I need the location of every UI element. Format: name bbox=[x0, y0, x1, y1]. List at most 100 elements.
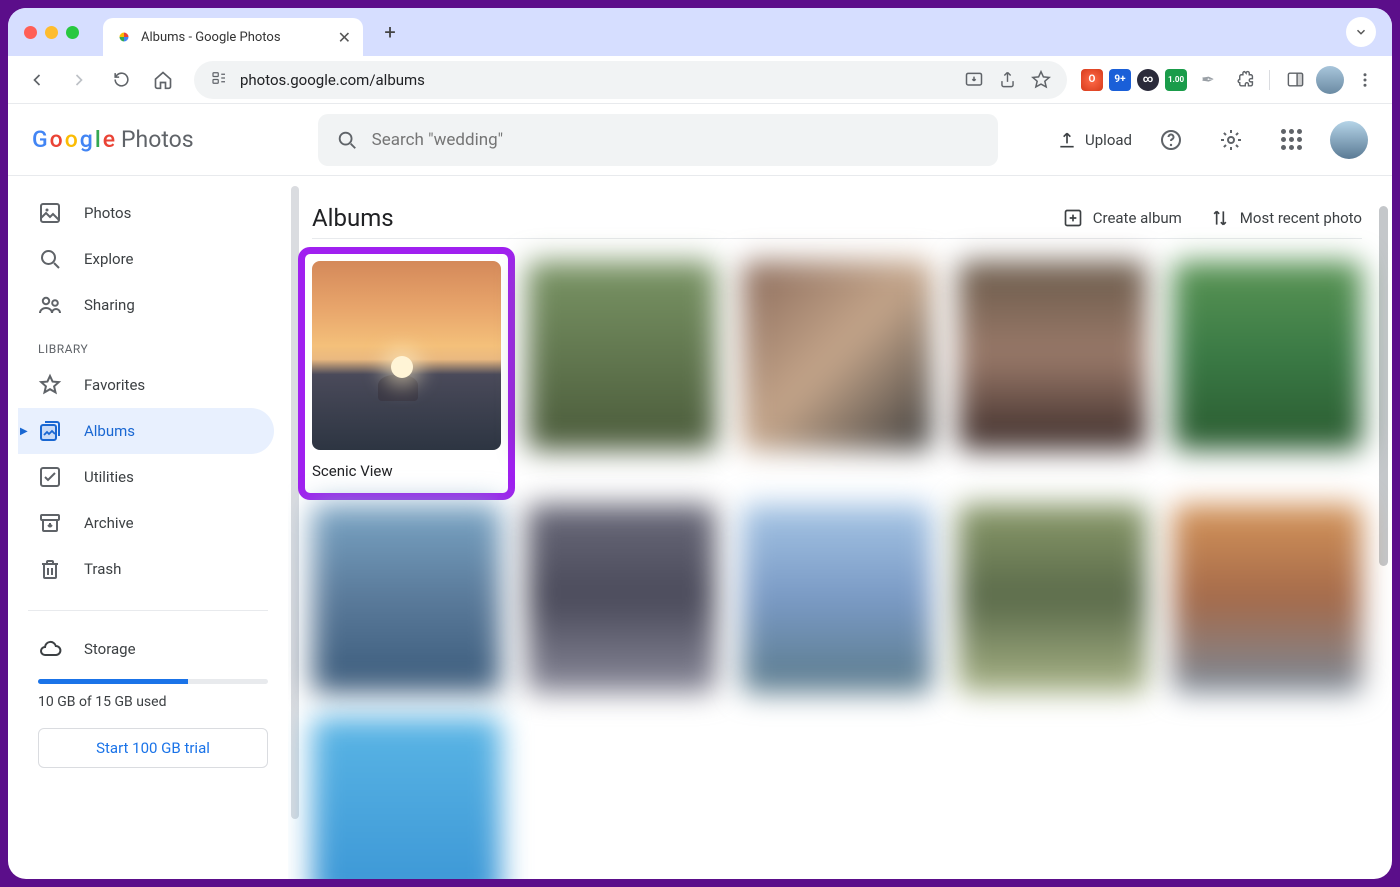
close-tab-icon[interactable]: ✕ bbox=[338, 28, 351, 47]
album-card[interactable] bbox=[958, 504, 1147, 693]
photos-icon bbox=[38, 201, 62, 225]
sidebar-item-albums[interactable]: ▶ Albums bbox=[18, 408, 274, 454]
album-thumbnail bbox=[958, 504, 1147, 693]
storage-label: Storage bbox=[84, 640, 136, 658]
home-button[interactable] bbox=[146, 63, 180, 97]
forward-button[interactable] bbox=[62, 63, 96, 97]
extension-quill-icon[interactable]: ✒ bbox=[1193, 65, 1223, 95]
tab-strip: Albums - Google Photos ✕ + bbox=[8, 8, 1392, 56]
apps-grid-icon bbox=[1281, 129, 1302, 150]
app-header: Google Photos Upload bbox=[8, 104, 1392, 176]
url-text: photos.google.com/albums bbox=[240, 71, 425, 89]
main-header: Albums Create album Most recent photo bbox=[312, 204, 1362, 239]
chrome-menu-icon[interactable] bbox=[1350, 65, 1380, 95]
search-input[interactable] bbox=[372, 130, 980, 150]
back-button[interactable] bbox=[20, 63, 54, 97]
album-thumbnail bbox=[1173, 261, 1362, 450]
expand-indicator-icon: ▶ bbox=[20, 426, 28, 437]
google-photos-logo[interactable]: Google Photos bbox=[32, 126, 194, 153]
main-scrollbar[interactable] bbox=[1379, 206, 1388, 566]
star-icon bbox=[38, 373, 62, 397]
album-thumbnail bbox=[742, 504, 931, 693]
album-card[interactable] bbox=[1173, 504, 1362, 693]
album-card[interactable] bbox=[527, 504, 716, 693]
album-thumbnail bbox=[312, 717, 501, 879]
search-icon bbox=[336, 129, 358, 151]
extension-green-icon[interactable]: 1.00 bbox=[1165, 69, 1187, 91]
install-app-icon[interactable] bbox=[964, 70, 984, 90]
sidebar-item-archive[interactable]: Archive bbox=[18, 500, 274, 546]
sidebar-item-label: Explore bbox=[84, 250, 134, 268]
google-photos-favicon-icon bbox=[115, 28, 133, 46]
browser-tab[interactable]: Albums - Google Photos ✕ bbox=[103, 18, 363, 56]
bookmark-star-icon[interactable] bbox=[1031, 70, 1051, 90]
sidebar-separator bbox=[28, 610, 268, 611]
settings-button[interactable] bbox=[1210, 119, 1252, 161]
extension-opera-icon[interactable]: O bbox=[1081, 69, 1103, 91]
album-thumbnail bbox=[312, 261, 501, 450]
new-tab-button[interactable]: + bbox=[375, 17, 405, 47]
sidebar: Photos Explore Sharing LIBRARY Favorites… bbox=[8, 176, 288, 879]
site-info-icon[interactable] bbox=[210, 69, 228, 91]
gear-icon bbox=[1219, 128, 1243, 152]
sidebar-item-explore[interactable]: Explore bbox=[18, 236, 274, 282]
help-button[interactable] bbox=[1150, 119, 1192, 161]
sort-label: Most recent photo bbox=[1240, 209, 1362, 227]
album-card[interactable] bbox=[742, 504, 931, 693]
create-album-button[interactable]: Create album bbox=[1063, 208, 1182, 228]
browser-toolbar: photos.google.com/albums O 9+ ∞ 1.00 ✒ bbox=[8, 56, 1392, 104]
album-card[interactable] bbox=[1173, 261, 1362, 480]
album-thumbnail bbox=[312, 504, 501, 693]
chrome-profile-avatar[interactable] bbox=[1316, 66, 1344, 94]
sidebar-item-label: Trash bbox=[84, 560, 121, 578]
album-card[interactable] bbox=[312, 717, 501, 879]
trash-icon bbox=[38, 557, 62, 581]
storage-progress-bar bbox=[38, 679, 268, 684]
album-thumbnail bbox=[742, 261, 931, 450]
extension-blue-icon[interactable]: 9+ bbox=[1109, 69, 1131, 91]
start-trial-button[interactable]: Start 100 GB trial bbox=[38, 728, 268, 768]
tabs-menu-button[interactable] bbox=[1346, 17, 1376, 47]
extensions-puzzle-icon[interactable] bbox=[1229, 65, 1259, 95]
extension-goggles-icon[interactable]: ∞ bbox=[1137, 69, 1159, 91]
browser-window: Albums - Google Photos ✕ + photos.google… bbox=[8, 8, 1392, 879]
search-box[interactable] bbox=[318, 114, 998, 166]
album-thumbnail bbox=[527, 504, 716, 693]
maximize-window-button[interactable] bbox=[66, 26, 79, 39]
sidebar-item-trash[interactable]: Trash bbox=[18, 546, 274, 592]
sidebar-item-favorites[interactable]: Favorites bbox=[18, 362, 274, 408]
album-card[interactable] bbox=[742, 261, 931, 480]
albums-icon bbox=[38, 419, 62, 443]
close-window-button[interactable] bbox=[24, 26, 37, 39]
extensions-area: O 9+ ∞ 1.00 ✒ bbox=[1081, 65, 1380, 95]
sharing-icon bbox=[38, 293, 62, 317]
sidebar-item-sharing[interactable]: Sharing bbox=[18, 282, 274, 328]
album-card-scenic-view[interactable]: Scenic View bbox=[302, 251, 511, 496]
chevron-down-icon bbox=[1354, 25, 1368, 39]
sidebar-item-label: Albums bbox=[84, 422, 135, 440]
album-title: Scenic View bbox=[312, 462, 501, 480]
side-panel-icon[interactable] bbox=[1280, 65, 1310, 95]
album-card[interactable] bbox=[958, 261, 1147, 480]
sidebar-item-utilities[interactable]: Utilities bbox=[18, 454, 274, 500]
sidebar-item-photos[interactable]: Photos bbox=[18, 190, 274, 236]
storage-used-text: 10 GB of 15 GB used bbox=[18, 694, 288, 724]
upload-button[interactable]: Upload bbox=[1057, 130, 1132, 150]
sidebar-item-label: Utilities bbox=[84, 468, 134, 486]
google-apps-button[interactable] bbox=[1270, 119, 1312, 161]
search-icon bbox=[38, 247, 62, 271]
storage-row[interactable]: Storage bbox=[18, 629, 288, 669]
album-card[interactable] bbox=[312, 504, 501, 693]
album-thumbnail bbox=[1173, 504, 1362, 693]
sidebar-item-label: Photos bbox=[84, 204, 131, 222]
address-bar[interactable]: photos.google.com/albums bbox=[194, 61, 1067, 99]
sort-button[interactable]: Most recent photo bbox=[1210, 208, 1362, 228]
account-avatar[interactable] bbox=[1330, 121, 1368, 159]
main-content: Albums Create album Most recent photo bbox=[288, 176, 1392, 879]
archive-icon bbox=[38, 511, 62, 535]
reload-button[interactable] bbox=[104, 63, 138, 97]
page-title: Albums bbox=[312, 204, 394, 232]
share-icon[interactable] bbox=[998, 70, 1017, 89]
minimize-window-button[interactable] bbox=[45, 26, 58, 39]
album-card[interactable] bbox=[527, 261, 716, 480]
